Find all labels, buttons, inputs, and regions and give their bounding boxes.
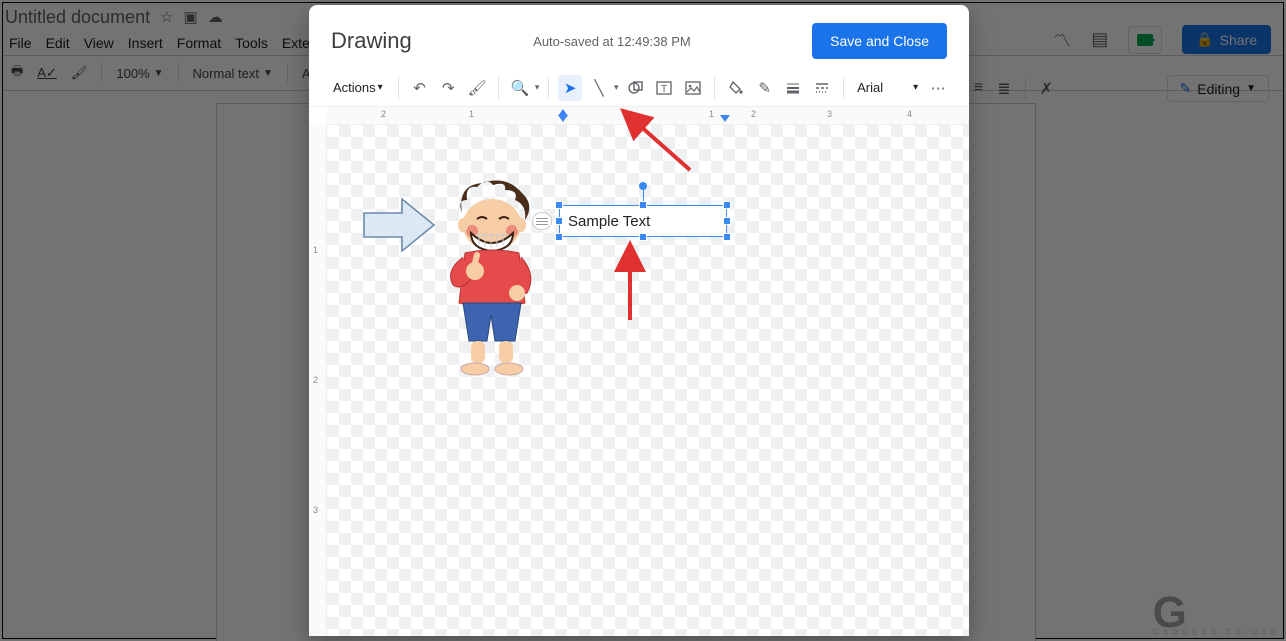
- arrow-shape-object[interactable]: [362, 197, 436, 258]
- canvas-container: 2 1 1 2 3 4 1 2 3: [309, 107, 969, 636]
- resize-handle-w[interactable]: [555, 217, 563, 225]
- rotation-handle[interactable]: [639, 182, 647, 190]
- watermark-logo: G GADGETS TO USE: [1153, 595, 1280, 637]
- border-weight-icon[interactable]: [782, 75, 806, 101]
- save-and-close-button[interactable]: Save and Close: [812, 23, 947, 59]
- annotation-arrow-to-textbox-tool: [630, 118, 700, 183]
- line-tool-icon[interactable]: ╲: [587, 75, 611, 101]
- resize-handle-s[interactable]: [639, 233, 647, 241]
- drawing-canvas[interactable]: Sample Text: [327, 125, 969, 636]
- resize-handle-se[interactable]: [723, 233, 731, 241]
- undo-icon[interactable]: ↶: [408, 75, 432, 101]
- resize-handle-e[interactable]: [723, 217, 731, 225]
- zoom-icon[interactable]: 🔍: [508, 75, 532, 101]
- textbox-tool-icon[interactable]: T: [652, 75, 676, 101]
- watermark-letter: G: [1153, 595, 1187, 630]
- dialog-header: Drawing Auto-saved at 12:49:38 PM Save a…: [309, 5, 969, 69]
- annotation-arrow-to-textbox: [610, 258, 650, 333]
- fill-color-icon[interactable]: [724, 75, 748, 101]
- cartoon-image-object[interactable]: [427, 175, 557, 385]
- select-tool-icon[interactable]: ➤: [558, 75, 582, 101]
- drawing-toolbar: Actions▾ ↶ ↷ 🖌 🔍▾ ➤ ╲▾ T ✎ A: [309, 69, 969, 107]
- resize-handle-nw[interactable]: [555, 201, 563, 209]
- textbox-object[interactable]: Sample Text: [559, 205, 727, 237]
- border-color-icon[interactable]: ✎: [753, 75, 777, 101]
- redo-icon[interactable]: ↷: [436, 75, 460, 101]
- more-options-icon[interactable]: ⋯: [927, 75, 951, 101]
- dialog-title: Drawing: [331, 28, 412, 54]
- actions-menu[interactable]: Actions▾: [327, 76, 389, 99]
- border-dash-icon[interactable]: [810, 75, 834, 101]
- resize-handle-ne[interactable]: [723, 201, 731, 209]
- margin-right-marker[interactable]: [720, 115, 730, 122]
- shape-tool-icon[interactable]: [623, 75, 647, 101]
- drag-grip-handle[interactable]: [532, 212, 552, 230]
- autosave-status: Auto-saved at 12:49:38 PM: [533, 34, 691, 49]
- image-tool-icon[interactable]: [681, 75, 705, 101]
- drawing-font-combo[interactable]: Arial▾: [853, 78, 922, 97]
- textbox-content[interactable]: Sample Text: [568, 213, 650, 230]
- indent-marker[interactable]: [558, 115, 568, 122]
- svg-text:T: T: [661, 84, 667, 95]
- paint-format-icon[interactable]: 🖌: [465, 75, 489, 101]
- resize-handle-n[interactable]: [639, 201, 647, 209]
- resize-handle-sw[interactable]: [555, 233, 563, 241]
- vertical-ruler[interactable]: 1 2 3: [309, 125, 327, 636]
